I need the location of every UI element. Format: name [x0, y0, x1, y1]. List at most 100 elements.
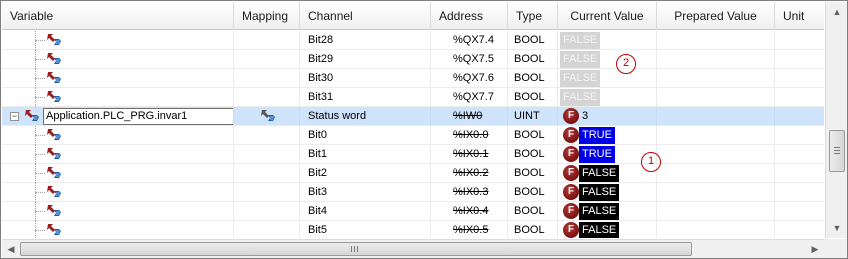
unit-cell [775, 202, 824, 221]
current-value-cell[interactable]: FALSE [558, 50, 657, 69]
current-value-cell[interactable]: FALSE [558, 31, 657, 50]
force-badge-icon: F [563, 108, 579, 124]
unit-cell [775, 88, 824, 107]
variable-cell[interactable] [2, 50, 234, 69]
variable-cell[interactable]: − Application.PLC_PRG.invar1 [2, 107, 234, 126]
prepared-value-cell[interactable] [657, 88, 775, 107]
unit-cell [775, 50, 824, 69]
grip-line [354, 246, 355, 252]
current-value: FALSE [579, 184, 620, 201]
current-value: FALSE [579, 165, 620, 182]
table-row[interactable]: − Application.PLC_PRG.invar1 Status word %I… [2, 107, 824, 126]
table-row[interactable]: Bit0 %IX0.0 BOOL F TRUE [2, 126, 824, 145]
mapping-cell[interactable] [234, 145, 300, 164]
mapping-cell[interactable] [234, 126, 300, 145]
unit-cell [775, 221, 824, 238]
mapping-cell[interactable] [234, 50, 300, 69]
current-value-cell[interactable]: F FALSE [558, 202, 657, 221]
prepared-value-cell[interactable] [657, 69, 775, 88]
tree-connector [35, 59, 45, 60]
table-row[interactable]: Bit29 %QX7.5 BOOL FALSE [2, 50, 824, 69]
scroll-right-icon[interactable]: ▶ [806, 240, 824, 258]
channel-cell: Bit31 [300, 88, 431, 107]
table-row[interactable]: Bit3 %IX0.3 BOOL F FALSE [2, 183, 824, 202]
current-value-cell[interactable]: F FALSE [558, 221, 657, 238]
prepared-value-cell[interactable] [657, 145, 775, 164]
io-variable-icon [46, 52, 62, 66]
variable-cell[interactable] [2, 88, 234, 107]
column-mapping[interactable]: Mapping [234, 2, 300, 30]
variable-cell[interactable] [2, 202, 234, 221]
mapping-cell[interactable] [234, 202, 300, 221]
address-cell: %IX0.4 [431, 202, 508, 221]
table-row[interactable]: Bit4 %IX0.4 BOOL F FALSE [2, 202, 824, 221]
variable-cell[interactable] [2, 145, 234, 164]
address-cell: %QX7.7 [431, 88, 508, 107]
table-row[interactable]: Bit2 %IX0.2 BOOL F FALSE [2, 164, 824, 183]
tree-connector [35, 192, 45, 193]
channel-cell: Bit0 [300, 126, 431, 145]
type-cell: BOOL [508, 183, 558, 202]
mapping-cell[interactable] [234, 107, 300, 126]
mapping-variable-icon [261, 109, 277, 123]
scroll-down-icon[interactable]: ▼ [827, 218, 847, 238]
mapping-cell[interactable] [234, 69, 300, 88]
column-type[interactable]: Type [508, 2, 558, 30]
column-variable[interactable]: Variable [2, 2, 234, 30]
address-cell: %IX0.1 [431, 145, 508, 164]
mapping-cell[interactable] [234, 88, 300, 107]
current-value-cell[interactable]: F3 [558, 107, 657, 126]
tree-connector [35, 97, 45, 98]
horizontal-scroll-thumb[interactable] [20, 242, 692, 256]
tree-connector [35, 173, 45, 174]
current-value-cell[interactable]: F TRUE [558, 126, 657, 145]
collapse-icon[interactable]: − [10, 112, 19, 121]
variable-cell[interactable] [2, 164, 234, 183]
mapping-cell[interactable] [234, 221, 300, 238]
unit-cell [775, 145, 824, 164]
column-current-value[interactable]: Current Value [558, 2, 657, 30]
variable-cell[interactable] [2, 221, 234, 238]
variable-cell[interactable] [2, 126, 234, 145]
column-channel[interactable]: Channel [300, 2, 431, 30]
prepared-value-cell[interactable] [657, 31, 775, 50]
variable-cell[interactable] [2, 183, 234, 202]
address-cell: %IW0 [431, 107, 508, 126]
prepared-value-cell[interactable] [657, 126, 775, 145]
current-value-cell[interactable]: F FALSE [558, 183, 657, 202]
table-row[interactable]: Bit1 %IX0.1 BOOL F TRUE [2, 145, 824, 164]
mapping-cell[interactable] [234, 31, 300, 50]
io-variable-icon [46, 33, 62, 47]
prepared-value-cell[interactable] [657, 164, 775, 183]
prepared-value-cell[interactable] [657, 221, 775, 238]
current-value: FALSE [579, 203, 620, 220]
column-address[interactable]: Address [431, 2, 508, 30]
vertical-scrollbar[interactable]: ▲ ▼ [825, 2, 847, 238]
variable-name-field[interactable]: Application.PLC_PRG.invar1 [43, 108, 233, 125]
prepared-value-cell[interactable] [657, 202, 775, 221]
address-cell: %IX0.3 [431, 183, 508, 202]
table-row[interactable]: Bit28 %QX7.4 BOOL FALSE [2, 31, 824, 50]
tree-connector [35, 135, 45, 136]
scroll-left-icon[interactable]: ◀ [2, 240, 20, 258]
table-row[interactable]: Bit31 %QX7.7 BOOL FALSE [2, 88, 824, 107]
column-unit[interactable]: Unit [775, 2, 824, 30]
current-value-cell[interactable]: FALSE [558, 69, 657, 88]
horizontal-scrollbar[interactable]: ◀ ▶ [2, 239, 825, 258]
mapping-cell[interactable] [234, 183, 300, 202]
table-row[interactable]: Bit5 %IX0.5 BOOL F FALSE [2, 221, 824, 238]
prepared-value-cell[interactable] [657, 183, 775, 202]
column-prepared-value[interactable]: Prepared Value [657, 2, 775, 30]
mapping-cell[interactable] [234, 164, 300, 183]
variable-cell[interactable] [2, 31, 234, 50]
table-row[interactable]: Bit30 %QX7.6 BOOL FALSE [2, 69, 824, 88]
force-badge-icon: F [563, 146, 579, 162]
prepared-value-cell[interactable] [657, 50, 775, 69]
vertical-scroll-thumb[interactable] [829, 130, 845, 172]
variable-cell[interactable] [2, 69, 234, 88]
address-cell: %IX0.5 [431, 221, 508, 238]
prepared-value-cell[interactable] [657, 107, 775, 126]
scroll-up-icon[interactable]: ▲ [827, 2, 847, 22]
current-value-cell[interactable]: FALSE [558, 88, 657, 107]
address-cell: %QX7.5 [431, 50, 508, 69]
